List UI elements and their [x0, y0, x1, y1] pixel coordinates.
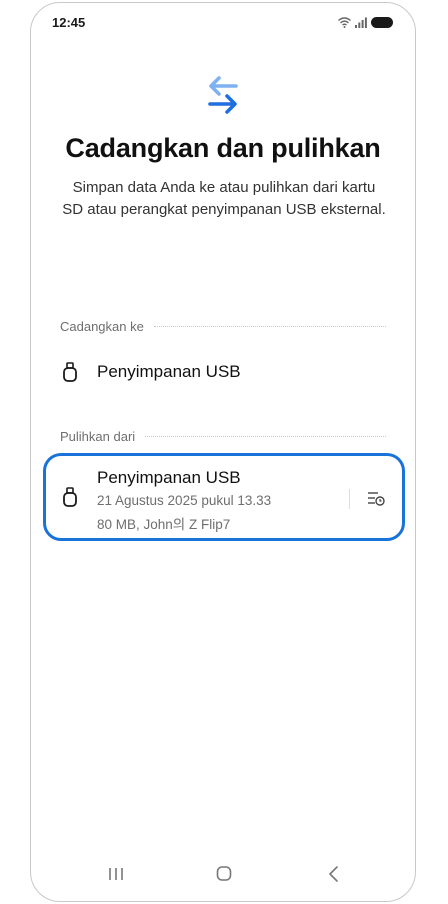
backup-history-icon[interactable] — [367, 490, 385, 506]
restore-backup-date: 21 Agustus 2025 pukul 13.33 — [97, 493, 272, 508]
wifi-icon — [338, 16, 351, 28]
phone-frame: 12:45 Cadangkan dan pulihkan Simpan data… — [30, 2, 416, 902]
backup-usb-label: Penyimpanan USB — [97, 362, 241, 381]
recents-icon[interactable] — [101, 863, 131, 885]
section-divider — [153, 325, 386, 327]
usb-storage-icon — [63, 487, 77, 507]
card-divider — [349, 489, 350, 509]
backup-usb-item[interactable]: Penyimpanan USB — [31, 349, 415, 395]
backup-section-label: Cadangkan ke — [60, 318, 144, 334]
page-title: Cadangkan dan pulihkan — [65, 133, 381, 163]
navigation-bar — [31, 855, 415, 901]
status-icons — [338, 15, 393, 29]
page-description: Simpan data Anda ke atau pulihkan dari k… — [62, 179, 386, 218]
transfer-arrows-icon — [208, 76, 238, 114]
usb-storage-icon — [63, 362, 77, 382]
restore-section-label: Pulihkan dari — [60, 428, 136, 444]
back-icon[interactable] — [319, 863, 349, 885]
restore-backup-details: 80 MB, John의 Z Flip7 — [97, 517, 231, 532]
section-divider — [145, 435, 386, 437]
restore-usb-label: Penyimpanan USB — [97, 468, 241, 487]
signal-icon — [355, 17, 367, 28]
restore-section-header: Pulihkan dari — [60, 427, 386, 445]
battery-icon — [371, 16, 393, 28]
home-icon[interactable] — [209, 863, 239, 885]
status-time: 12:45 — [52, 15, 86, 30]
backup-section-header: Cadangkan ke — [60, 317, 386, 335]
status-bar: 12:45 — [31, 3, 415, 43]
